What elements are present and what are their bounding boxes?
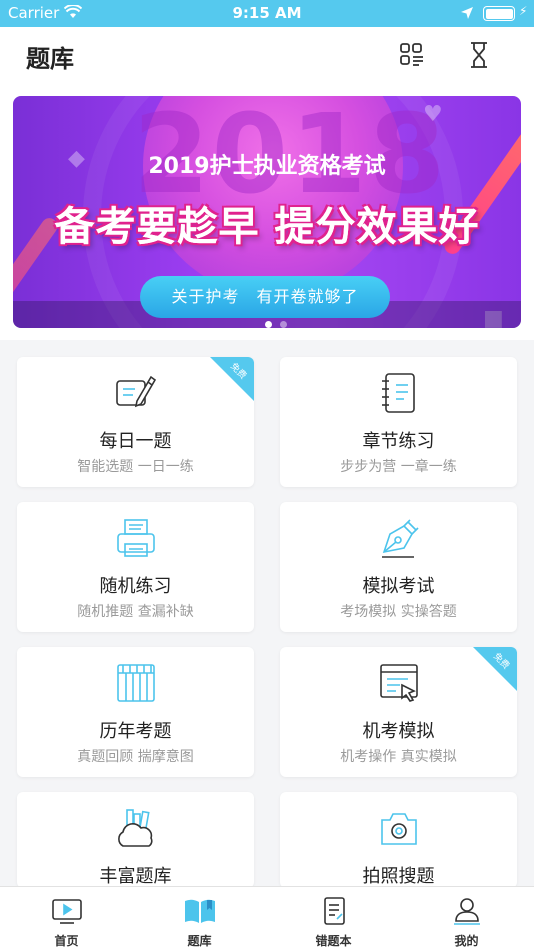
tab-home[interactable]: 首页 [0,887,133,950]
card-subtitle: 考场模拟 实操答题 [340,604,457,620]
user-icon [450,896,484,926]
home-video-icon [50,896,84,926]
card-title: 模拟考试 [362,576,435,597]
daily-question-icon [115,371,157,415]
tab-label: 我的 [454,934,479,948]
card-title: 随机练习 [99,576,172,597]
free-badge: 免费 [210,357,254,401]
card-title: 丰富题库 [99,866,172,887]
tab-label: 题库 [187,934,212,948]
carousel-dots[interactable] [265,313,295,328]
notebook-icon [317,896,351,926]
card-subtitle: 步步为营 一章一练 [340,459,457,475]
chapter-notebook-icon [378,371,420,415]
card-subtitle: 随机推题 查漏补缺 [77,604,194,620]
camera-icon [378,806,420,850]
carousel-dot[interactable] [265,321,272,328]
heart-decoration-icon: ♥ [423,102,443,127]
card-photo-search[interactable]: 拍照搜题 [280,792,517,888]
card-past-exams[interactable]: 历年考题 真题回顾 揣摩意图 [17,647,254,777]
tab-label: 首页 [54,934,79,948]
tab-question-bank[interactable]: 题库 [133,887,266,950]
banner-pill: 关于护考 有开卷就够了 [140,276,390,318]
free-badge: 免费 [473,647,517,691]
battery-icon [483,6,515,21]
location-arrow-icon [460,6,474,24]
hourglass-icon[interactable] [468,41,490,73]
pen-nib-icon [378,516,420,560]
clock: 9:15 AM [232,4,302,22]
archive-icon [115,661,157,705]
card-title: 章节练习 [362,431,435,452]
card-title: 拍照搜题 [362,866,435,887]
card-random-practice[interactable]: 随机练习 随机推题 查漏补缺 [17,502,254,632]
card-title: 历年考题 [99,721,172,742]
status-bar: Carrier 9:15 AM ⚡ [0,0,534,27]
promo-banner[interactable]: 2018 ♥ ◆ ■ 2019护士执业资格考试 备考要趁早 提分效果好 关于护考… [13,96,521,328]
banner-headline: 2019护士执业资格考试 [148,154,386,179]
page-title: 题库 [26,45,74,73]
card-subtitle: 真题回顾 揣摩意图 [77,749,194,765]
card-subtitle: 机考操作 真实模拟 [340,749,457,765]
card-chapter-practice[interactable]: 章节练习 步步为营 一章一练 [280,357,517,487]
computer-exam-icon [378,661,420,705]
card-title: 每日一题 [99,431,172,452]
tab-wrong-answers[interactable]: 错题本 [267,887,400,950]
tab-label: 错题本 [315,934,352,948]
card-mock-exam[interactable]: 模拟考试 考场模拟 实操答题 [280,502,517,632]
app-header: 题库 [0,27,534,87]
card-daily-question[interactable]: 每日一题 智能选题 一日一练 免费 [17,357,254,487]
banner-slogan: 备考要趁早 提分效果好 [54,204,480,250]
card-title: 机考模拟 [362,721,435,742]
carousel-dot[interactable] [280,321,287,328]
bottom-tab-bar: 首页 题库 错题本 我的 [0,886,534,950]
book-icon [183,896,217,926]
card-question-bank[interactable]: 丰富题库 [17,792,254,888]
tab-profile[interactable]: 我的 [400,887,533,950]
grid-list-icon[interactable] [399,42,425,72]
printer-icon [115,516,157,560]
card-subtitle: 智能选题 一日一练 [77,459,194,475]
banner-section: 2018 ♥ ◆ ■ 2019护士执业资格考试 备考要趁早 提分效果好 关于护考… [0,87,534,340]
card-computer-exam[interactable]: 机考模拟 机考操作 真实模拟 免费 [280,647,517,777]
cloud-library-icon [115,806,157,850]
charging-bolt-icon: ⚡ [519,4,528,18]
